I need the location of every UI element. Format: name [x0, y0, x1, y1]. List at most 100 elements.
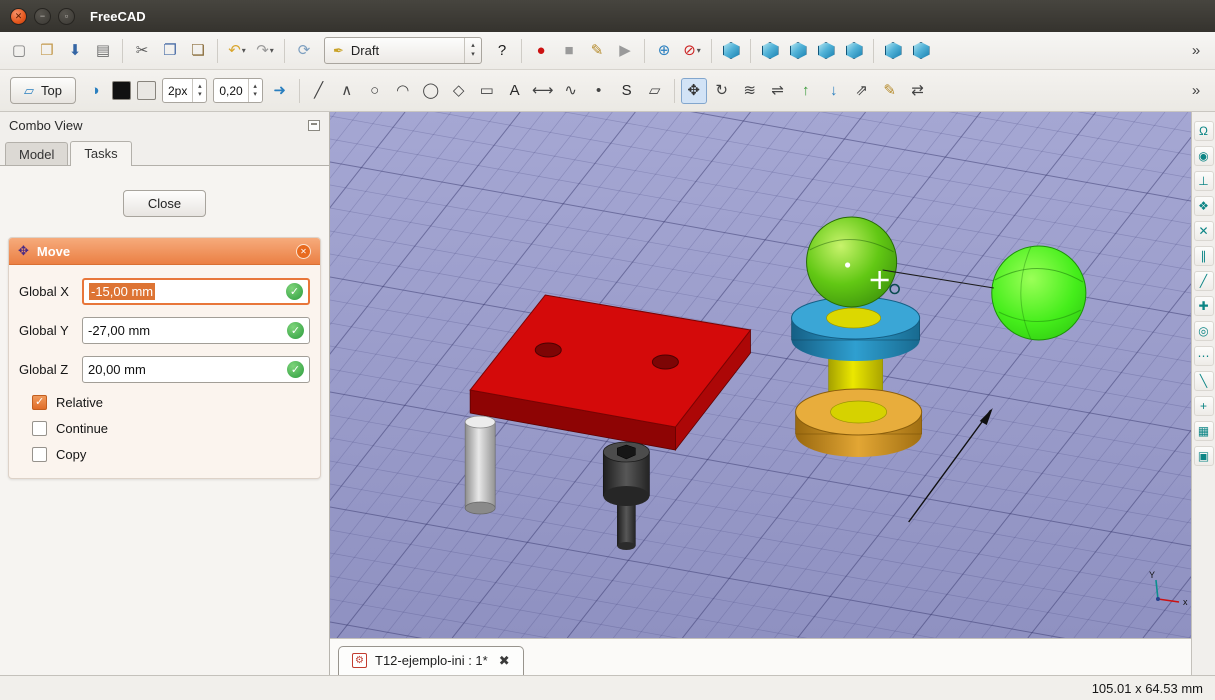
spinner-arrows-icon[interactable]: ▴▾	[192, 79, 206, 102]
spinner-arrows-icon[interactable]: ▴▾	[248, 79, 262, 102]
snap-dimensions-icon[interactable]: +	[1194, 396, 1214, 416]
3d-view[interactable]: x Y	[330, 112, 1191, 638]
working-plane-button[interactable]: ▱ Top	[10, 77, 76, 104]
copy-icon[interactable]: ❐	[157, 38, 183, 64]
text-scale-spinner[interactable]: 0,20 ▴▾	[213, 78, 262, 103]
view-left-icon[interactable]	[908, 38, 934, 64]
plate-hole[interactable]	[535, 343, 561, 357]
window-close-button[interactable]	[10, 8, 27, 25]
draft-offset-icon[interactable]: ≋	[737, 78, 763, 104]
tab-model[interactable]: Model	[5, 142, 68, 165]
snap-working-plane-icon[interactable]: ▣	[1194, 446, 1214, 466]
construction-mode-toggle[interactable]: ◑	[82, 78, 108, 104]
title-bar[interactable]: FreeCAD	[0, 0, 1215, 32]
workbench-selector[interactable]: ✒Draft▴▾	[324, 37, 482, 64]
dropdown-arrow-icon[interactable]: ▾	[697, 46, 701, 55]
ghost-green-sphere[interactable]	[992, 246, 1086, 340]
paste-icon[interactable]: ❏	[185, 38, 211, 64]
open-document-icon[interactable]: ❒	[34, 38, 60, 64]
draft-dimension-icon[interactable]: ⟷	[530, 78, 556, 104]
task-close-button[interactable]: Close	[123, 190, 206, 217]
print-icon[interactable]: ▤	[90, 38, 116, 64]
draft-scale-icon[interactable]: ⇗	[849, 78, 875, 104]
relative-checkbox[interactable]	[32, 395, 47, 410]
line-width-spinner[interactable]: 2px ▴▾	[162, 78, 207, 103]
whats-this-icon[interactable]: ?	[489, 38, 515, 64]
global-z-input[interactable]: 20,00 mm	[82, 356, 310, 383]
draft-mirror-icon[interactable]: ⇄	[905, 78, 931, 104]
draft-rectangle-icon[interactable]: ▭	[474, 78, 500, 104]
draft-upgrade-icon[interactable]: ↑	[793, 78, 819, 104]
new-document-icon[interactable]: ▢	[6, 38, 32, 64]
snap-near-icon[interactable]: ╲	[1194, 371, 1214, 391]
green-sphere[interactable]	[807, 217, 897, 307]
draft-arc-icon[interactable]: ◠	[390, 78, 416, 104]
undo-icon[interactable]: ↶▾	[224, 38, 250, 64]
window-maximize-button[interactable]	[58, 8, 75, 25]
dropdown-arrow-icon[interactable]: ▾	[242, 46, 246, 55]
float-panel-button[interactable]	[308, 120, 320, 131]
draft-wire-icon[interactable]: ∧	[334, 78, 360, 104]
snap-angle-icon[interactable]: ❖	[1194, 196, 1214, 216]
macro-stop-icon[interactable]: ■	[556, 38, 582, 64]
draft-edit-icon[interactable]: ✎	[877, 78, 903, 104]
snap-parallel-icon[interactable]: ∥	[1194, 246, 1214, 266]
macro-edit-icon[interactable]: ✎	[584, 38, 610, 64]
refresh-icon[interactable]: ⟳	[291, 38, 317, 64]
window-minimize-button[interactable]	[34, 8, 51, 25]
move-task-collapse-button[interactable]	[296, 244, 311, 259]
toolbar-overflow-icon[interactable]: »	[1183, 78, 1209, 104]
draft-circle-icon[interactable]: ○	[362, 78, 388, 104]
snap-center-icon[interactable]: ◎	[1194, 321, 1214, 341]
toolbar-overflow-icon[interactable]: »	[1183, 38, 1209, 64]
macro-play-icon[interactable]: ▶	[612, 38, 638, 64]
draft-downgrade-icon[interactable]: ↓	[821, 78, 847, 104]
draft-move-icon[interactable]: ✥	[681, 78, 707, 104]
zoom-box-icon[interactable]: ⊕	[651, 38, 677, 64]
view-axonometric-icon[interactable]	[757, 38, 783, 64]
view-rear-icon[interactable]	[880, 38, 906, 64]
continue-checkbox[interactable]	[32, 421, 47, 436]
move-task-header[interactable]: ✥ Move	[9, 238, 320, 265]
gray-pin-part[interactable]	[465, 416, 495, 514]
line-color-swatch[interactable]	[112, 81, 131, 100]
snap-special-icon[interactable]: ⋯	[1194, 346, 1214, 366]
snap-lock-icon[interactable]: Ω	[1194, 121, 1214, 141]
macro-record-icon[interactable]: ●	[528, 38, 554, 64]
plate-hole[interactable]	[652, 355, 678, 369]
document-tab-close-icon[interactable]	[499, 654, 510, 667]
face-color-swatch[interactable]	[137, 81, 156, 100]
view-top-icon[interactable]	[813, 38, 839, 64]
global-y-input[interactable]: -27,00 mm	[82, 317, 310, 344]
draw-style-icon[interactable]: ⊘▾	[679, 38, 705, 64]
snap-perpendicular-icon[interactable]: ⊥	[1194, 171, 1214, 191]
apply-style-button[interactable]: ➜	[267, 78, 293, 104]
snap-intersection-icon[interactable]: ✕	[1194, 221, 1214, 241]
redo-icon[interactable]: ↷▾	[252, 38, 278, 64]
3d-scene[interactable]: x Y	[330, 112, 1191, 638]
snap-endpoint-icon[interactable]: ◉	[1194, 146, 1214, 166]
combo-spin-arrows-icon[interactable]: ▴▾	[464, 38, 481, 63]
draft-point-icon[interactable]: •	[586, 78, 612, 104]
tab-tasks[interactable]: Tasks	[70, 141, 131, 166]
global-x-input[interactable]: -15,00 mm	[82, 278, 310, 305]
view-fit-all-icon[interactable]	[718, 38, 744, 64]
dropdown-arrow-icon[interactable]: ▾	[270, 46, 274, 55]
draft-text-icon[interactable]: A	[502, 78, 528, 104]
draft-facebinder-icon[interactable]: ▱	[642, 78, 668, 104]
save-document-icon[interactable]: ⬇	[62, 38, 88, 64]
draft-bspline-icon[interactable]: ∿	[558, 78, 584, 104]
draft-ellipse-icon[interactable]: ◯	[418, 78, 444, 104]
draft-shapestring-icon[interactable]: S	[614, 78, 640, 104]
document-tab[interactable]: T12-ejemplo-ini : 1*	[338, 646, 524, 675]
draft-polygon-icon[interactable]: ◇	[446, 78, 472, 104]
draft-rotate-icon[interactable]: ↻	[709, 78, 735, 104]
snap-extension-icon[interactable]: ╱	[1194, 271, 1214, 291]
copy-checkbox[interactable]	[32, 447, 47, 462]
draft-line-icon[interactable]: ╱	[306, 78, 332, 104]
view-front-icon[interactable]	[785, 38, 811, 64]
view-right-icon[interactable]	[841, 38, 867, 64]
snap-grid-icon[interactable]: ▦	[1194, 421, 1214, 441]
draft-trimex-icon[interactable]: ⇌	[765, 78, 791, 104]
snap-ortho-icon[interactable]: ✚	[1194, 296, 1214, 316]
